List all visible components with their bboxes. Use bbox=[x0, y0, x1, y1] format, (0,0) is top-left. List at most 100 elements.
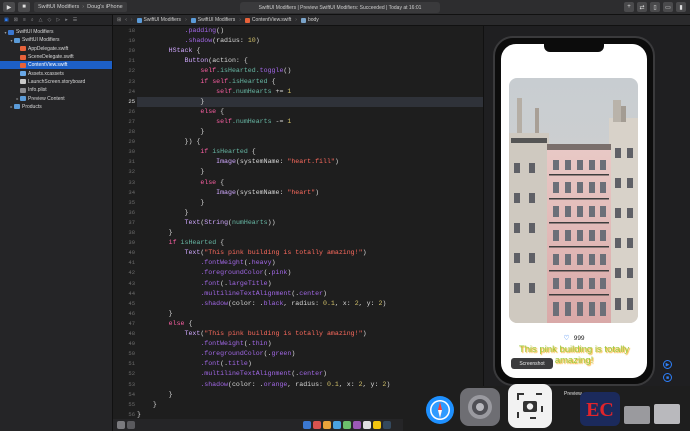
code-line[interactable]: self.numHearts += 1 bbox=[137, 87, 483, 97]
app-icon-b[interactable] bbox=[313, 421, 321, 429]
nav-item[interactable]: ContentView.swift bbox=[0, 61, 112, 70]
nav-item[interactable]: LaunchScreen.storyboard bbox=[0, 78, 112, 86]
nav-item[interactable]: Assets.xcassets bbox=[0, 69, 112, 77]
safari-icon[interactable] bbox=[426, 396, 454, 424]
nav-item[interactable]: ▾ SwiftUI Modifiers bbox=[0, 28, 112, 36]
code-line[interactable]: HStack { bbox=[137, 46, 483, 56]
app-icon-d[interactable] bbox=[333, 421, 341, 429]
issue-icon[interactable]: △ bbox=[39, 17, 43, 23]
app-icon-e[interactable] bbox=[343, 421, 351, 429]
code-line[interactable]: }) { bbox=[137, 137, 483, 147]
toggle-navigator-button[interactable]: ▯ bbox=[650, 2, 660, 12]
code-review-button[interactable]: ⇄ bbox=[637, 2, 647, 12]
code-line[interactable]: .font(.largeTitle) bbox=[137, 279, 483, 289]
code-line[interactable]: } bbox=[137, 167, 483, 177]
filter-icon[interactable] bbox=[117, 421, 125, 429]
live-preview-button[interactable]: ▶ bbox=[663, 360, 672, 369]
code-line[interactable]: self.isHearted.toggle() bbox=[137, 66, 483, 76]
code-line[interactable]: .multilineTextAlignment(.center) bbox=[137, 289, 483, 299]
related-items-icon[interactable]: ⊞ bbox=[117, 17, 121, 23]
scheme-selector[interactable]: SwiftUI Modifiers › Doug's iPhone bbox=[34, 2, 127, 12]
symbol-icon[interactable]: ≡ bbox=[23, 17, 26, 23]
code-line[interactable]: else { bbox=[137, 178, 483, 188]
folder-tab-icon[interactable]: ▣ bbox=[4, 17, 9, 23]
app-icon-g[interactable] bbox=[363, 421, 371, 429]
code-line[interactable]: Image(systemName: "heart") bbox=[137, 188, 483, 198]
code-line[interactable]: } bbox=[137, 228, 483, 238]
code-line[interactable]: } bbox=[137, 198, 483, 208]
back-icon[interactable]: ‹ bbox=[125, 17, 127, 23]
code-line[interactable]: else { bbox=[137, 107, 483, 117]
code-line[interactable]: else { bbox=[137, 319, 483, 329]
nav-item[interactable]: SceneDelegate.swift bbox=[0, 53, 112, 61]
line-number: 37 bbox=[128, 218, 135, 226]
report-icon[interactable]: ☰ bbox=[73, 17, 77, 23]
stop-button[interactable]: ■ bbox=[18, 2, 30, 12]
run-button[interactable]: ▶ bbox=[3, 2, 15, 12]
code-line[interactable]: .shadow(color: .black, radius: 0.1, x: 2… bbox=[137, 299, 483, 309]
code-line[interactable]: } bbox=[137, 127, 483, 137]
code-line[interactable]: } bbox=[137, 96, 483, 107]
code-line[interactable]: Text("This pink building is totally amaz… bbox=[137, 248, 483, 258]
forward-icon[interactable]: › bbox=[131, 17, 133, 23]
recent-icon[interactable] bbox=[127, 421, 135, 429]
line-number: 41 bbox=[128, 259, 135, 267]
toggle-inspector-button[interactable]: ▮ bbox=[676, 2, 686, 12]
code-line[interactable]: .foregroundColor(.pink) bbox=[137, 268, 483, 278]
code-line[interactable]: .fontWeight(.heavy) bbox=[137, 258, 483, 268]
breakpoint-icon[interactable]: ▸ bbox=[65, 17, 68, 23]
code-line[interactable]: } bbox=[137, 208, 483, 218]
svg-text:EC: EC bbox=[586, 399, 614, 421]
app-icon-h[interactable] bbox=[373, 421, 381, 429]
app-icon-i[interactable] bbox=[383, 421, 391, 429]
code-line[interactable]: } bbox=[137, 309, 483, 319]
debug-icon[interactable]: ▷ bbox=[56, 17, 60, 23]
source-control-icon[interactable]: ⊠ bbox=[14, 17, 18, 23]
breadcrumb-project[interactable]: SwiftUI Modifiers bbox=[136, 17, 181, 23]
inspect-preview-button[interactable]: ■ bbox=[663, 373, 672, 382]
device-notch bbox=[544, 44, 604, 52]
screenshot-icon[interactable] bbox=[508, 384, 552, 428]
code-line[interactable]: Text("This pink building is totally amaz… bbox=[137, 329, 483, 339]
trash-icon[interactable] bbox=[654, 404, 680, 424]
heart-icon[interactable]: ♡ bbox=[563, 334, 569, 342]
code-line[interactable]: .font(.title) bbox=[137, 359, 483, 369]
code-line[interactable]: if isHearted { bbox=[137, 238, 483, 248]
folder-icon[interactable] bbox=[624, 406, 650, 424]
toggle-debug-button[interactable]: ▭ bbox=[663, 2, 673, 12]
app-icon-f[interactable] bbox=[353, 421, 361, 429]
nav-item[interactable]: ▸ Preview Content bbox=[0, 94, 112, 102]
code-line[interactable]: .foregroundColor(.green) bbox=[137, 349, 483, 359]
nav-item[interactable]: AppDelegate.swift bbox=[0, 45, 112, 53]
nav-item[interactable]: ▾ SwiftUI Modifiers bbox=[0, 36, 112, 44]
test-icon[interactable]: ◇ bbox=[48, 17, 52, 23]
code-line[interactable]: .shadow(radius: 10) bbox=[137, 36, 483, 46]
ec-app-icon[interactable]: EC bbox=[580, 392, 620, 426]
app-icon-c[interactable] bbox=[323, 421, 331, 429]
code-line[interactable]: self.numHearts -= 1 bbox=[137, 117, 483, 127]
app-icon-a[interactable] bbox=[303, 421, 311, 429]
ec-logo-icon: EC bbox=[586, 399, 614, 421]
breadcrumb-symbol[interactable]: body bbox=[300, 17, 319, 23]
nav-item[interactable]: ▸ Products bbox=[0, 103, 112, 111]
system-preferences-icon[interactable] bbox=[460, 388, 500, 426]
code-token: .shadow bbox=[200, 380, 229, 388]
code-line[interactable]: .fontWeight(.thin) bbox=[137, 339, 483, 349]
code-line[interactable]: Text(String(numHearts)) bbox=[137, 218, 483, 228]
code-line[interactable]: .multilineTextAlignment(.center) bbox=[137, 369, 483, 379]
code-area[interactable]: .padding() .shadow(radius: 10) HStack { … bbox=[137, 26, 483, 431]
breadcrumb-file[interactable]: ContentView.swift bbox=[244, 17, 291, 23]
code-line[interactable]: if self.isHearted { bbox=[137, 77, 483, 87]
source-editor[interactable]: 18 19 20 21 22 23 24 25 26 27 28 29 30 31 32 33 34 35 36 37… bbox=[113, 26, 483, 431]
find-icon[interactable]: ⌕ bbox=[31, 17, 34, 23]
dock: Preview EC bbox=[400, 384, 690, 431]
code-line[interactable]: .padding() bbox=[137, 26, 483, 36]
code-line[interactable]: if isHearted { bbox=[137, 147, 483, 157]
code-line[interactable]: Button(action: { bbox=[137, 56, 483, 66]
nav-item[interactable]: Info.plist bbox=[0, 86, 112, 94]
code-token: Image bbox=[216, 188, 236, 196]
breadcrumb-group[interactable]: SwiftUI Modifiers bbox=[190, 17, 235, 23]
code-line[interactable]: Image(systemName: "heart.fill") bbox=[137, 157, 483, 167]
device-screen[interactable]: ♡ 999 This pink building is totally amaz… bbox=[501, 44, 647, 378]
library-button[interactable]: + bbox=[624, 2, 634, 12]
